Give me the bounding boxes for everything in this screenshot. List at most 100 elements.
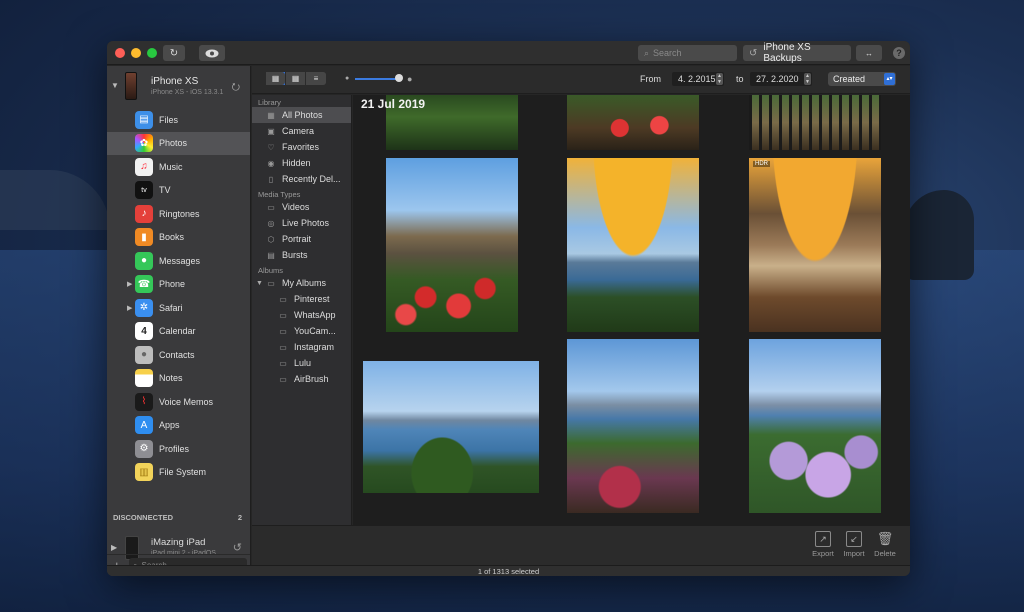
media-item-label: Live Photos bbox=[282, 218, 330, 228]
album-item-whatsapp[interactable]: ▭ WhatsApp bbox=[252, 307, 351, 323]
sidebar-item-safari[interactable]: ▶ ✲ Safari bbox=[107, 296, 250, 320]
photo-thumbnail[interactable] bbox=[749, 339, 881, 513]
refresh-button[interactable]: ↻ bbox=[163, 45, 185, 61]
from-date-value: 4. 2.2015 bbox=[678, 74, 716, 84]
folder-icon: ▤ bbox=[135, 110, 153, 129]
album-item-lulu[interactable]: ▭ Lulu bbox=[252, 355, 351, 371]
collapse-triangle-icon[interactable]: ▼ bbox=[256, 280, 263, 287]
media-item-bursts[interactable]: ▤ Bursts bbox=[252, 247, 351, 263]
titlebar-search-placeholder: Search bbox=[653, 48, 682, 58]
library-item-all-photos[interactable]: ▦ All Photos bbox=[252, 107, 351, 123]
sidebar-item-apps[interactable]: A Apps bbox=[107, 414, 250, 438]
sidebar-item-label: Photos bbox=[159, 138, 188, 149]
sidebar-item-label: TV bbox=[159, 185, 171, 196]
sidebar-item-music[interactable]: ♫ Music bbox=[107, 155, 250, 179]
sidebar-item-calendar[interactable]: 4 Calendar bbox=[107, 320, 250, 344]
sidebar-item-label: Safari bbox=[159, 302, 183, 313]
photos-toolbar: ▦ ▦ ≡ ● ● From 4. 2.2015 ▲ ▼ to 27. 2.202… bbox=[252, 66, 910, 94]
library-item-camera[interactable]: ▣ Camera bbox=[252, 123, 351, 139]
sidebar-item-files[interactable]: ▤ Files bbox=[107, 108, 250, 132]
sidebar-item-label: Contacts bbox=[159, 349, 195, 360]
close-window-button[interactable] bbox=[115, 48, 125, 58]
photo-thumbnail[interactable] bbox=[749, 95, 881, 150]
to-label: to bbox=[736, 74, 744, 84]
export-button[interactable]: ↗ Export bbox=[808, 531, 838, 558]
sidebar-item-messages[interactable]: ● Messages bbox=[107, 249, 250, 273]
my-albums-folder[interactable]: ▼ ▭ My Albums bbox=[252, 275, 351, 291]
delete-button[interactable]: 🗑 Delete bbox=[870, 531, 900, 558]
transfer-button[interactable]: ↔ bbox=[856, 45, 882, 61]
sidebar-item-phone[interactable]: ▶ ☎ Phone bbox=[107, 273, 250, 297]
library-item-label: Camera bbox=[282, 126, 315, 136]
expand-triangle-icon[interactable]: ▶ bbox=[127, 304, 132, 312]
tv-icon: tv bbox=[135, 181, 153, 200]
window-controls bbox=[115, 48, 157, 58]
album-icon: ▭ bbox=[279, 310, 287, 320]
from-date-field[interactable]: 4. 2.2015 ▲ ▼ bbox=[672, 72, 724, 86]
backups-button[interactable]: ↺ iPhone XS Backups bbox=[743, 42, 851, 64]
import-label: Import bbox=[843, 549, 865, 558]
expand-triangle-icon[interactable]: ▶ bbox=[111, 543, 117, 552]
eye-slash-icon: ◉ bbox=[267, 158, 275, 168]
album-item-pinterest[interactable]: ▭ Pinterest bbox=[252, 291, 351, 307]
album-item-label: WhatsApp bbox=[294, 310, 336, 320]
sidebar-item-notes[interactable]: Notes bbox=[107, 367, 250, 391]
sidebar-item-books[interactable]: ▮ Books bbox=[107, 226, 250, 250]
disconnected-header: DISCONNECTED 2 bbox=[107, 513, 250, 527]
photo-thumbnail[interactable] bbox=[386, 158, 518, 332]
to-date-stepper[interactable]: ▲ ▼ bbox=[804, 73, 811, 85]
person-small-icon: ● bbox=[345, 75, 350, 82]
photo-thumbnail[interactable] bbox=[567, 339, 699, 513]
library-item-label: Favorites bbox=[282, 142, 320, 152]
import-button[interactable]: ↙ Import bbox=[839, 531, 869, 558]
history-icon[interactable]: ↺ bbox=[233, 541, 242, 554]
photo-thumbnail[interactable] bbox=[567, 95, 699, 150]
titlebar-search-field[interactable]: ⌕ Search bbox=[638, 45, 737, 61]
album-item-youcam[interactable]: ▭ YouCam... bbox=[252, 323, 351, 339]
library-item-recently-deleted[interactable]: ▯ Recently Del... bbox=[252, 171, 351, 187]
sort-select[interactable]: Created ▴▾ bbox=[828, 72, 896, 86]
slider-knob[interactable] bbox=[395, 74, 403, 82]
library-item-favorites[interactable]: ♡ Favorites bbox=[252, 139, 351, 155]
device-name: iPhone XS bbox=[151, 76, 199, 87]
sidebar-item-file-system[interactable]: ▥ File System bbox=[107, 461, 250, 485]
grid-large-view-button[interactable]: ▦ bbox=[266, 72, 286, 85]
delete-label: Delete bbox=[874, 549, 896, 558]
album-item-instagram[interactable]: ▭ Instagram bbox=[252, 339, 351, 355]
photo-thumbnail[interactable]: HDR bbox=[749, 158, 881, 332]
media-item-live-photos[interactable]: ◎ Live Photos bbox=[252, 215, 351, 231]
to-date-field[interactable]: 27. 2.2020 ▲ ▼ bbox=[750, 72, 812, 86]
media-item-videos[interactable]: ▭ Videos bbox=[252, 199, 351, 215]
media-item-portrait[interactable]: ⬡ Portrait bbox=[252, 231, 351, 247]
photo-thumbnail[interactable] bbox=[567, 158, 699, 332]
book-icon: ▮ bbox=[135, 228, 153, 247]
from-date-stepper[interactable]: ▲ ▼ bbox=[716, 73, 723, 85]
sidebar-item-voice-memos[interactable]: ⌇ Voice Memos bbox=[107, 390, 250, 414]
photo-thumbnail[interactable] bbox=[363, 361, 539, 493]
minimize-window-button[interactable] bbox=[131, 48, 141, 58]
sidebar-item-label: Profiles bbox=[159, 443, 190, 454]
library-item-hidden[interactable]: ◉ Hidden bbox=[252, 155, 351, 171]
sidebar-item-contacts[interactable]: ● Contacts bbox=[107, 343, 250, 367]
collapse-triangle-icon[interactable]: ▼ bbox=[111, 81, 119, 90]
music-icon: ♫ bbox=[135, 157, 153, 176]
sidebar-item-tv[interactable]: tv TV bbox=[107, 179, 250, 203]
sidebar-item-ringtones[interactable]: ♪ Ringtones bbox=[107, 202, 250, 226]
list-icon: ≡ bbox=[306, 72, 326, 85]
list-view-button[interactable]: ≡ bbox=[306, 72, 326, 85]
thumbnail-size-slider[interactable]: ● ● bbox=[345, 73, 415, 85]
grid-small-view-button[interactable]: ▦ bbox=[286, 72, 306, 85]
maximize-window-button[interactable] bbox=[147, 48, 157, 58]
backups-label: iPhone XS Backups bbox=[763, 42, 811, 64]
help-button[interactable]: ? bbox=[893, 47, 905, 59]
contacts-icon: ● bbox=[135, 345, 153, 364]
album-item-airbrush[interactable]: ▭ AirBrush bbox=[252, 371, 351, 387]
sidebar-item-profiles[interactable]: ⚙ Profiles bbox=[107, 437, 250, 461]
preview-button[interactable] bbox=[199, 45, 225, 61]
notes-icon bbox=[135, 369, 153, 388]
expand-triangle-icon[interactable]: ▶ bbox=[127, 280, 132, 288]
device-row-iphone[interactable]: ▼ iPhone XS iPhone XS - iOS 13.3.1 ⭮ bbox=[107, 66, 250, 108]
eye-icon bbox=[205, 49, 219, 57]
sidebar-item-photos[interactable]: ✿ Photos bbox=[107, 131, 250, 155]
camera-icon: ▣ bbox=[267, 126, 275, 136]
